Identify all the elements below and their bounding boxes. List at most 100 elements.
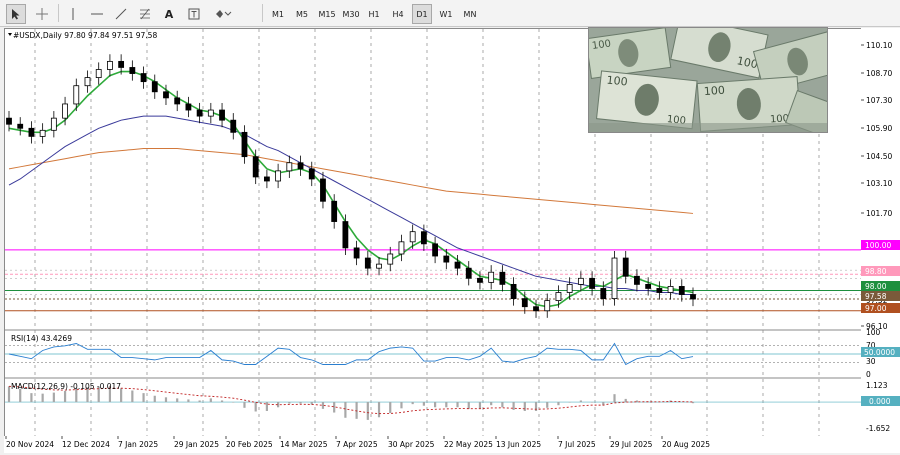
candle-body: [656, 288, 663, 293]
time-tick-label: 7 Jan 2025: [118, 440, 158, 449]
candle-body: [84, 77, 91, 87]
price-tick-label: 110.10: [866, 41, 892, 50]
toolbar-separator: [58, 4, 59, 22]
candle-body: [118, 60, 125, 68]
candle-body: [275, 170, 282, 182]
candle-body: [331, 200, 338, 222]
candle-body: [477, 277, 483, 283]
timeframe-w1-button[interactable]: W1: [436, 4, 456, 24]
time-tick-label: 20 Feb 2025: [226, 440, 273, 449]
text-tool-icon[interactable]: A: [160, 4, 178, 24]
rsi-tick-label: 30: [866, 357, 876, 366]
candle-body: [589, 277, 595, 289]
price-level-label: 98.80: [865, 267, 887, 276]
candle-body: [533, 306, 539, 312]
candle-body: [95, 69, 102, 79]
candle-body: [342, 221, 349, 249]
time-tick-label: 20 Aug 2025: [662, 440, 710, 449]
time-tick-label: 29 Jan 2025: [174, 440, 219, 449]
timeframe-mn-button[interactable]: MN: [460, 4, 480, 24]
time-tick-label: 22 May 2025: [444, 440, 493, 449]
candle-body: [308, 168, 315, 180]
candle-body: [398, 241, 405, 255]
svg-text:100: 100: [606, 74, 628, 89]
time-tick-label: 13 Jun 2025: [496, 440, 541, 449]
rsi-title: RSI(14) 43.4269: [11, 334, 72, 343]
cursor-tool-icon[interactable]: [6, 4, 26, 24]
time-tick-label: 30 Apr 2025: [388, 440, 435, 449]
time-tick-label: 7 Apr 2025: [336, 440, 378, 449]
candle-body: [409, 231, 416, 243]
candle-body: [17, 123, 24, 129]
macd-level-label: 0.000: [869, 397, 891, 406]
candle-body: [230, 119, 237, 133]
chart-title-arrow-icon: [8, 33, 12, 36]
crosshair-tool-icon[interactable]: [32, 4, 52, 24]
time-tick-label: 14 Mar 2025: [280, 440, 328, 449]
price-axis: 110.10 108.70 107.30 105.90 104.50 103.10 101.…: [861, 28, 900, 436]
timeframe-m5-button[interactable]: M5: [292, 4, 312, 24]
candle-body: [353, 247, 360, 259]
price-tick-label: 103.10: [866, 179, 892, 188]
fibonacci-tool-icon[interactable]: [136, 4, 154, 24]
candle-body: [241, 131, 248, 158]
candle-body: [219, 109, 225, 121]
candle-body: [185, 103, 192, 111]
timeframe-h1-button[interactable]: H1: [364, 4, 384, 24]
time-tick-label: 29 Jul 2025: [610, 440, 653, 449]
candle-body: [454, 261, 461, 269]
timeframe-m1-button[interactable]: M1: [268, 4, 288, 24]
candle-body: [174, 97, 181, 105]
timeframe-m15-button[interactable]: M15: [316, 4, 338, 24]
candle-body: [129, 67, 136, 74]
price-level-label: 97.00: [865, 304, 887, 313]
horizontal-line-tool-icon[interactable]: [88, 4, 106, 24]
candle-body: [622, 257, 629, 277]
vertical-line-tool-icon[interactable]: [64, 4, 82, 24]
rsi-tick-label: 100: [866, 328, 881, 337]
svg-text:100: 100: [703, 84, 725, 98]
macd-tick-label: 1.123: [866, 381, 888, 390]
time-axis: 20 Nov 2024 12 Dec 2024 7 Jan 2025 29 Jan 2…: [4, 436, 900, 453]
candle-body: [420, 231, 427, 245]
price-level-label: 100.00: [865, 241, 891, 250]
chart-area[interactable]: #USDX,Daily 97.80 97.84 97.51 97.58 RSI(…: [4, 27, 862, 438]
candle-body: [634, 275, 640, 285]
candle-body: [566, 283, 573, 293]
candle-body: [499, 271, 506, 285]
candle-body: [107, 60, 113, 70]
ma-orange-line: [8, 148, 694, 214]
candle-body: [600, 288, 607, 299]
candle-body: [163, 91, 169, 99]
candle-body: [50, 117, 57, 131]
timeframe-d1-button[interactable]: D1: [412, 4, 432, 24]
candle-body: [264, 176, 270, 182]
candle-body: [364, 257, 371, 269]
macd-tick-label: -1.652: [866, 424, 890, 433]
candle-body: [465, 267, 472, 279]
price-tick-label: 104.50: [866, 152, 892, 161]
candle-body: [544, 300, 551, 312]
macd-title: MACD(12,26,9) -0.105 -0.017: [11, 382, 121, 391]
candle-body: [6, 117, 12, 125]
toolbar-separator: [262, 4, 263, 22]
timeframe-h4-button[interactable]: H4: [388, 4, 408, 24]
candle-body: [62, 103, 68, 119]
trend-line-tool-icon[interactable]: [112, 4, 130, 24]
candle-body: [645, 283, 652, 289]
price-level-label: 98.00: [865, 282, 887, 291]
time-tick-label: 12 Dec 2024: [62, 440, 110, 449]
candle-body: [207, 109, 214, 117]
candle-body: [286, 162, 293, 172]
shapes-tool-icon[interactable]: [210, 4, 238, 24]
price-level-label: 97.58: [865, 292, 887, 301]
candle-body: [555, 292, 562, 302]
label-tool-icon[interactable]: [184, 4, 204, 24]
candle-body: [39, 129, 46, 137]
candle-body: [488, 271, 495, 283]
timeframe-m30-button[interactable]: M30: [340, 4, 362, 24]
chart-title: #USDX,Daily 97.80 97.84 97.51 97.58: [13, 31, 157, 40]
candle-body: [140, 73, 147, 83]
price-tick-label: 101.70: [866, 209, 892, 218]
candle-body: [690, 294, 696, 300]
